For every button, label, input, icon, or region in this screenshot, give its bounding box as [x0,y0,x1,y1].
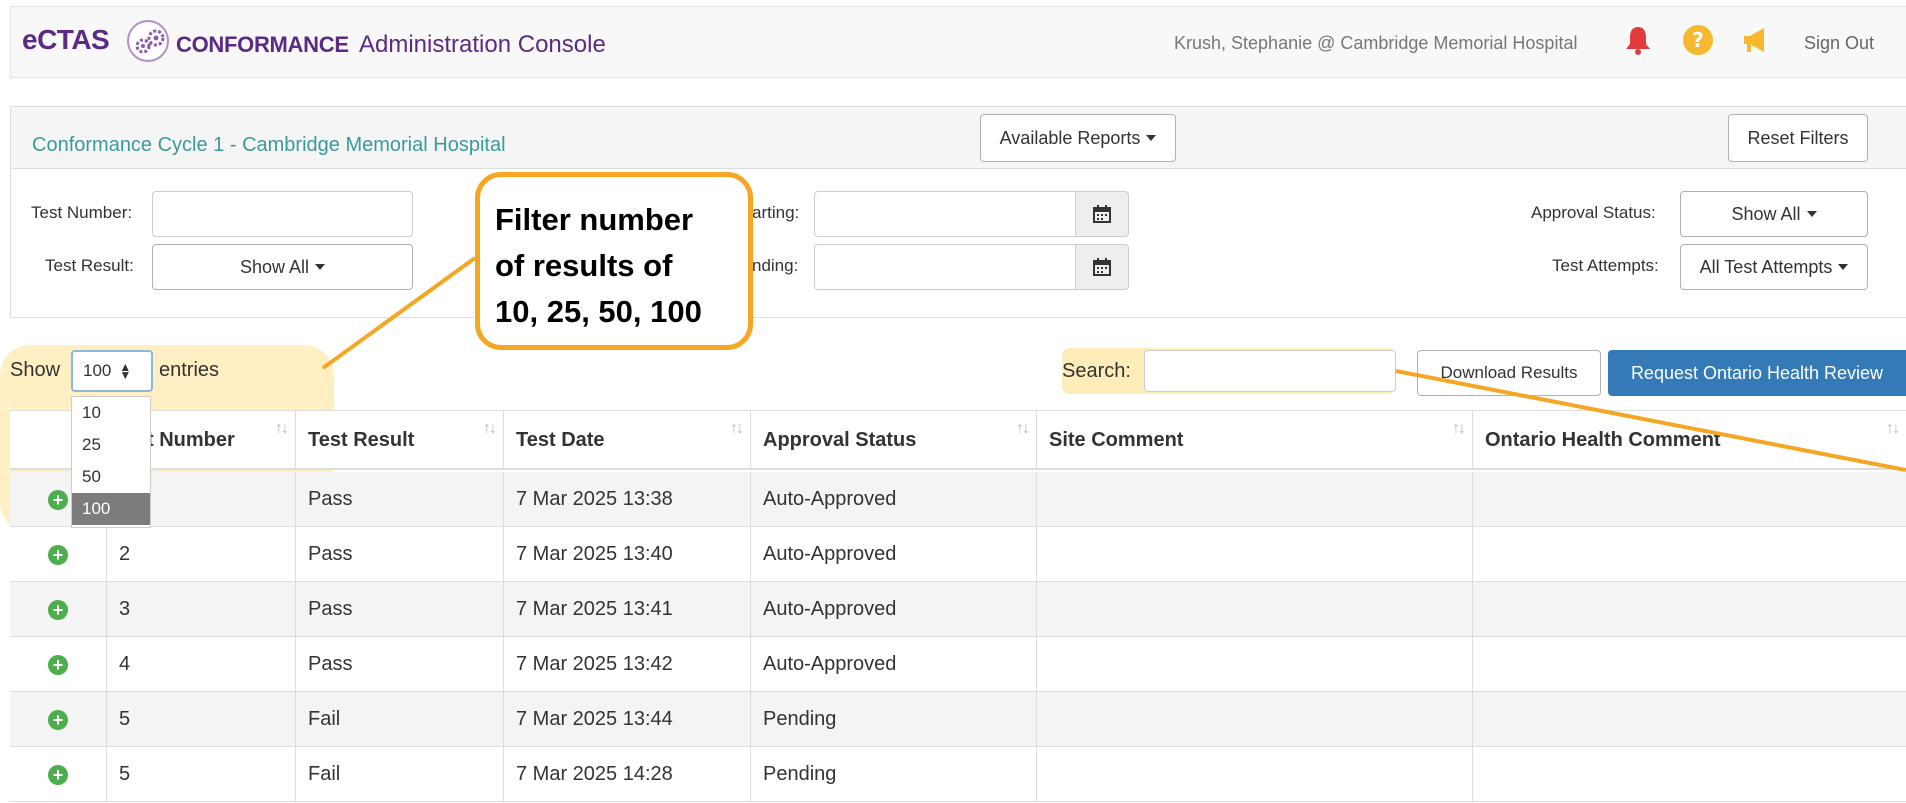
callout-line: 10, 25, 50, 100 [495,294,702,329]
callout-connector-line [321,256,477,370]
callout-line: Filter number [495,202,694,237]
annotation-callout: Filter number of results of 10, 25, 50, … [475,172,753,350]
callout-line: of results of [495,248,673,283]
search-connector-line [1395,369,1906,472]
annotation-lines [321,256,1906,472]
